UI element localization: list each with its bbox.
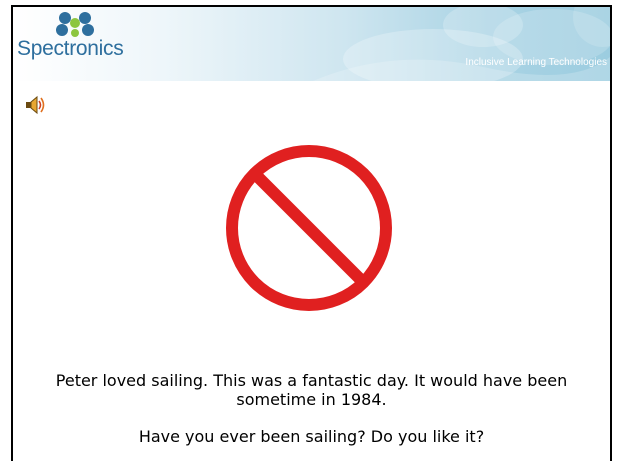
tagline: Inclusive Learning Technologies bbox=[465, 57, 607, 68]
prohibition-sign-icon bbox=[226, 145, 392, 311]
spectronics-flower-logo-icon bbox=[56, 12, 94, 37]
question-text: Have you ever been sailing? Do you like … bbox=[138, 427, 485, 446]
speaker-icon[interactable] bbox=[24, 95, 46, 115]
caption-text: Peter loved sailing. This was a fantasti… bbox=[55, 371, 568, 409]
header-banner: Spectronics Inclusive Learning Technolog… bbox=[13, 7, 610, 81]
logo-text: Spectronics bbox=[17, 37, 124, 60]
slide: Spectronics Inclusive Learning Technolog… bbox=[11, 5, 612, 461]
